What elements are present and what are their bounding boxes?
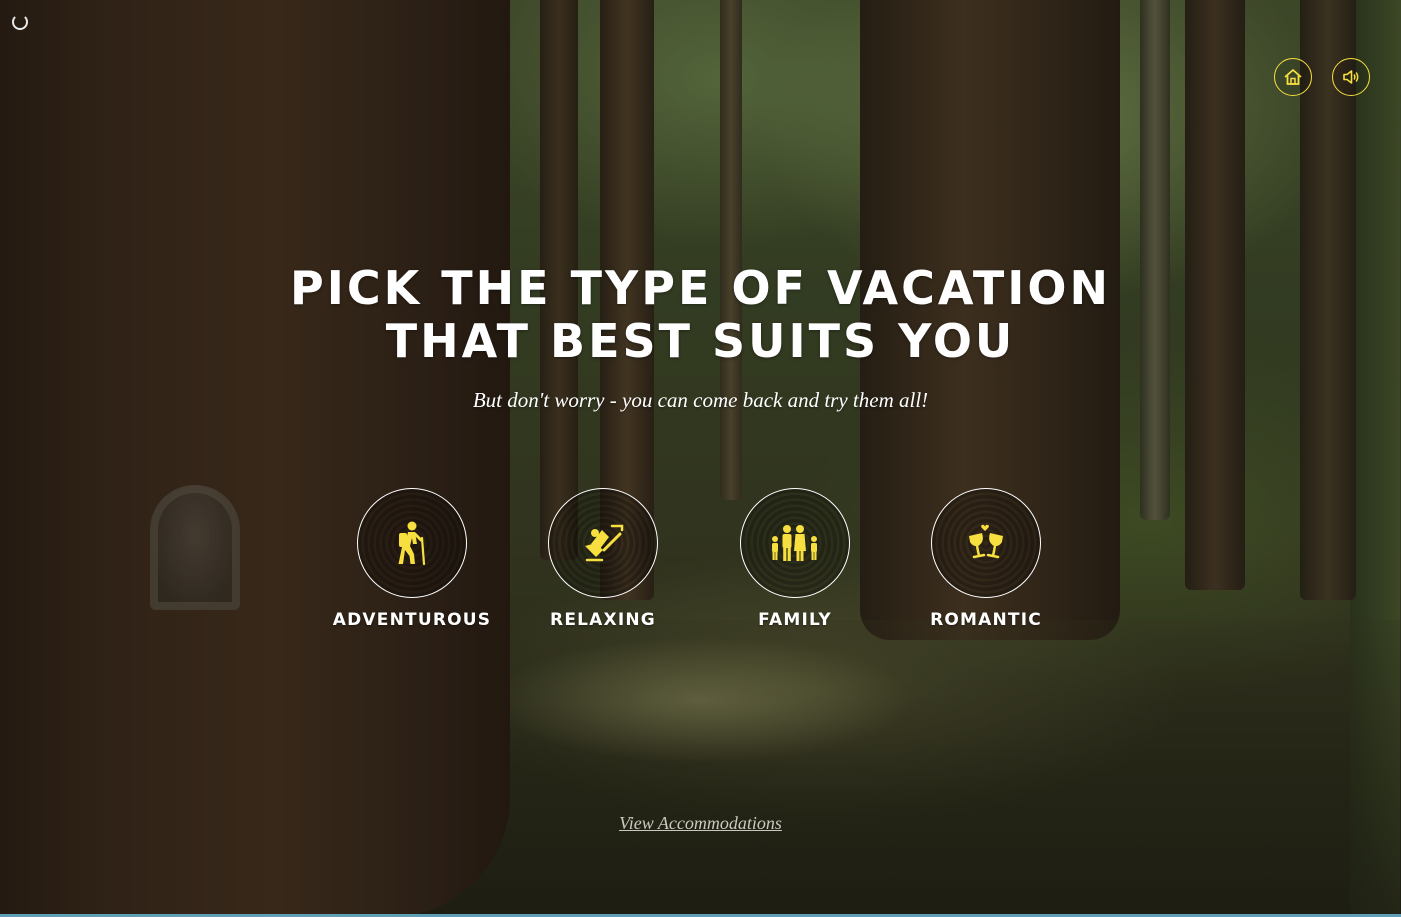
- forest-background: [0, 0, 1401, 917]
- page-title: PICK THE TYPE OF VACATION THAT BEST SUIT…: [0, 262, 1401, 368]
- hiker-icon: [398, 521, 426, 566]
- option-romantic[interactable]: ROMANTIC: [896, 488, 1076, 630]
- option-label: ROMANTIC: [930, 610, 1042, 630]
- title-line-1: PICK THE TYPE OF VACATION: [290, 261, 1111, 315]
- reclining-chair-icon: [585, 524, 624, 562]
- home-icon: [1284, 69, 1302, 85]
- option-label: ADVENTUROUS: [332, 610, 492, 630]
- title-line-2: THAT BEST SUITS YOU: [385, 314, 1016, 368]
- wine-glasses-icon: [969, 524, 1003, 559]
- loading-spinner-icon: [12, 14, 28, 30]
- option-adventurous[interactable]: ADVENTUROUS: [322, 488, 502, 630]
- option-relaxing[interactable]: RELAXING: [513, 488, 693, 630]
- home-button[interactable]: [1274, 58, 1312, 96]
- option-circle[interactable]: [357, 488, 467, 598]
- option-label: RELAXING: [550, 610, 656, 630]
- option-family[interactable]: FAMILY: [705, 488, 885, 630]
- sound-toggle-button[interactable]: [1332, 58, 1370, 96]
- page-subtitle: But don't worry - you can come back and …: [472, 388, 929, 412]
- option-label: FAMILY: [758, 610, 832, 630]
- option-circle[interactable]: [548, 488, 658, 598]
- speaker-icon: [1343, 70, 1359, 84]
- view-accommodations-link[interactable]: View Accommodations: [0, 813, 1401, 834]
- option-circle[interactable]: [931, 488, 1041, 598]
- option-circle[interactable]: [740, 488, 850, 598]
- family-icon: [772, 525, 817, 561]
